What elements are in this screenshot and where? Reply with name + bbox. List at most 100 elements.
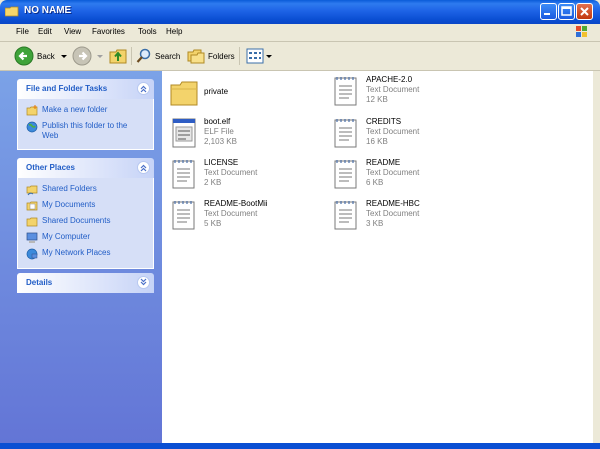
folders-button[interactable]: Folders bbox=[187, 46, 235, 66]
menu-edit[interactable]: Edit bbox=[38, 27, 52, 36]
text-document-icon bbox=[172, 160, 195, 189]
place-shared-documents[interactable]: Shared Documents bbox=[18, 214, 153, 230]
file-name: boot.elf bbox=[204, 117, 231, 126]
file-size: 16 KB bbox=[366, 137, 388, 146]
back-label: Back bbox=[37, 51, 55, 61]
file-type: Text Document bbox=[366, 168, 420, 177]
file-list-view: private APACHE-2.0 Text Document 12 KB b… bbox=[162, 71, 593, 443]
file-name: README-BootMii bbox=[204, 199, 268, 208]
text-document-icon bbox=[334, 201, 357, 230]
menu-favorites[interactable]: Favorites bbox=[92, 27, 125, 36]
file-item-private[interactable]: private bbox=[170, 77, 228, 109]
menu-bar: File Edit View Favorites Tools Help bbox=[0, 24, 600, 42]
panel-body: Make a new folder Publish this folder to… bbox=[17, 99, 154, 150]
place-label: My Network Places bbox=[42, 248, 111, 257]
shared-folder-icon bbox=[26, 185, 38, 196]
file-item-apache[interactable]: APACHE-2.0 Text Document 12 KB bbox=[332, 75, 419, 107]
text-document-icon bbox=[172, 201, 195, 230]
file-size: 2 KB bbox=[204, 178, 222, 187]
views-icon bbox=[246, 48, 264, 64]
folder-icon bbox=[170, 81, 198, 106]
chevron-down-icon[interactable] bbox=[60, 52, 68, 60]
minimize-button[interactable] bbox=[540, 3, 557, 20]
place-label: Shared Documents bbox=[42, 216, 111, 225]
collapse-chevron-icon[interactable] bbox=[137, 82, 150, 95]
panel-title: File and Folder Tasks bbox=[26, 84, 108, 93]
elf-file-icon bbox=[172, 118, 196, 148]
place-my-computer[interactable]: My Computer bbox=[18, 230, 153, 246]
toolbar-separator bbox=[239, 47, 240, 65]
publish-to-web-link[interactable]: Publish this folder to the Web bbox=[18, 119, 153, 143]
place-my-documents[interactable]: My Documents bbox=[18, 198, 153, 214]
text-document-icon bbox=[334, 119, 357, 148]
file-size: 12 KB bbox=[366, 95, 388, 104]
computer-icon bbox=[26, 232, 38, 243]
chevron-down-icon[interactable] bbox=[265, 52, 273, 60]
close-button[interactable] bbox=[576, 3, 593, 20]
folder-icon bbox=[26, 217, 38, 227]
back-button[interactable]: Back bbox=[14, 46, 68, 66]
explorer-window: NO NAME File Edit View Favorites Tools H… bbox=[0, 0, 600, 449]
text-document-icon bbox=[334, 160, 357, 189]
panel-title: Other Places bbox=[26, 163, 75, 172]
title-bar[interactable]: NO NAME bbox=[0, 0, 600, 24]
close-icon bbox=[580, 7, 589, 16]
text-document-icon bbox=[334, 77, 357, 106]
file-item-license[interactable]: LICENSE Text Document 2 KB bbox=[170, 158, 257, 190]
file-item-boot-elf[interactable]: boot.elf ELF File 2,103 KB bbox=[170, 117, 237, 149]
place-shared-folders[interactable]: Shared Folders bbox=[18, 182, 153, 198]
place-label: Shared Folders bbox=[42, 184, 97, 193]
collapse-chevron-icon[interactable] bbox=[137, 161, 150, 174]
other-places-panel: Other Places Shared Folders My Documents… bbox=[17, 158, 154, 269]
task-label: Make a new folder bbox=[42, 105, 108, 114]
menu-tools[interactable]: Tools bbox=[138, 27, 157, 36]
file-item-credits[interactable]: CREDITS Text Document 16 KB bbox=[332, 117, 419, 149]
file-name: README-HBC bbox=[366, 199, 420, 208]
views-button[interactable] bbox=[246, 46, 273, 66]
chevron-down-icon bbox=[140, 278, 147, 286]
menu-file[interactable]: File bbox=[16, 27, 29, 36]
file-name: LICENSE bbox=[204, 158, 239, 167]
place-my-network-places[interactable]: My Network Places bbox=[18, 246, 153, 262]
file-name: APACHE-2.0 bbox=[366, 75, 413, 84]
search-label: Search bbox=[155, 51, 181, 61]
window-bottom-frame bbox=[0, 443, 600, 449]
file-item-readme[interactable]: README Text Document 6 KB bbox=[332, 158, 419, 190]
file-name: CREDITS bbox=[366, 117, 402, 126]
panel-header[interactable]: Other Places bbox=[17, 158, 154, 178]
file-size: 6 KB bbox=[366, 178, 384, 187]
file-size: 5 KB bbox=[204, 219, 222, 228]
panel-body: Shared Folders My Documents Shared Docum… bbox=[17, 178, 154, 269]
file-folder-tasks-panel: File and Folder Tasks Make a new folder … bbox=[17, 79, 154, 150]
forward-button[interactable] bbox=[72, 46, 104, 66]
chevron-up-icon bbox=[140, 164, 147, 172]
place-label: My Computer bbox=[42, 232, 91, 241]
search-button[interactable]: Search bbox=[136, 46, 180, 66]
menu-help[interactable]: Help bbox=[166, 27, 182, 36]
new-folder-icon bbox=[26, 105, 38, 116]
make-new-folder-link[interactable]: Make a new folder bbox=[18, 103, 153, 119]
task-label: Publish this folder to the Web bbox=[42, 121, 128, 140]
file-size: 3 KB bbox=[366, 219, 384, 228]
panel-header[interactable]: File and Folder Tasks bbox=[17, 79, 154, 99]
folders-label: Folders bbox=[208, 51, 235, 61]
windows-logo-icon bbox=[576, 26, 587, 37]
place-label: My Documents bbox=[42, 200, 96, 209]
globe-icon bbox=[26, 121, 38, 133]
file-item-readme-bootmii[interactable]: README-BootMii Text Document 5 KB bbox=[170, 199, 268, 231]
file-item-readme-hbc[interactable]: README-HBC Text Document 3 KB bbox=[332, 199, 420, 231]
menu-view[interactable]: View bbox=[64, 27, 81, 36]
panel-title: Details bbox=[26, 278, 53, 287]
toolbar-separator bbox=[131, 47, 132, 65]
chevron-down-icon[interactable] bbox=[96, 52, 104, 60]
maximize-button[interactable] bbox=[558, 3, 575, 20]
expand-chevron-icon[interactable] bbox=[137, 276, 150, 289]
file-type: Text Document bbox=[366, 209, 420, 218]
up-folder-button[interactable] bbox=[108, 46, 128, 66]
panel-header[interactable]: Details bbox=[17, 273, 154, 293]
file-name: README bbox=[366, 158, 401, 167]
file-type: Text Document bbox=[204, 168, 258, 177]
file-type: Text Document bbox=[366, 127, 420, 136]
file-size: 2,103 KB bbox=[204, 137, 237, 146]
maximize-icon bbox=[561, 6, 572, 16]
